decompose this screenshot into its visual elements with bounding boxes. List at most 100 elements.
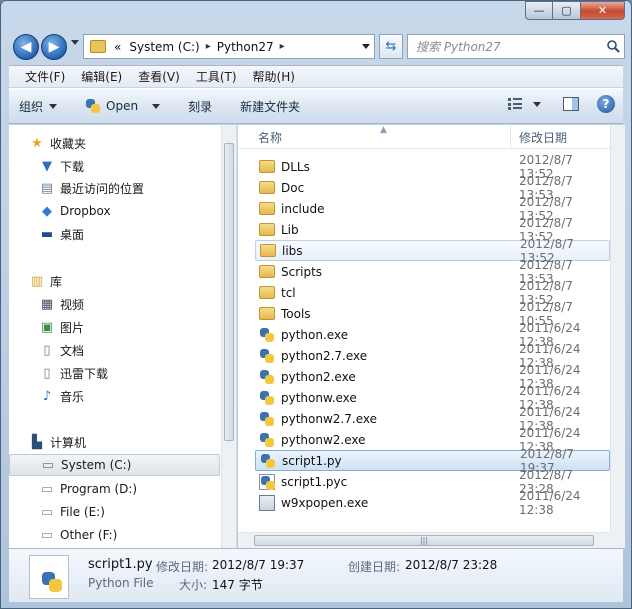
preview-pane-icon[interactable]	[563, 97, 579, 111]
search-box[interactable]: 搜索 Python27	[407, 34, 625, 59]
nav-item-label: 音乐	[60, 389, 85, 404]
nav-item-downloads[interactable]: ▼ 下载	[9, 155, 220, 177]
menu-view[interactable]: 查看(V)	[130, 68, 188, 85]
file-name: python2.exe	[281, 369, 356, 384]
folder-icon	[259, 181, 275, 194]
file-name: python.exe	[281, 327, 349, 342]
back-button[interactable]: ◀	[13, 34, 39, 60]
file-name: libs	[282, 243, 303, 258]
refresh-icon: ⇆	[385, 39, 397, 54]
close-button[interactable]: ✕	[581, 1, 625, 20]
maximize-button[interactable]: ▢	[553, 1, 581, 20]
explorer-window: — ▢ ✕ ◀ ▶ « System (C:) ▸ Python27 ▸ ⇆ 搜…	[0, 0, 632, 609]
help-button[interactable]: ?	[597, 95, 615, 113]
open-label: Open	[106, 99, 139, 113]
search-icon[interactable]	[606, 39, 620, 53]
python-icon	[259, 327, 275, 343]
caption-buttons: — ▢ ✕	[525, 1, 625, 20]
nav-item-documents[interactable]: ▯ 文档	[9, 339, 220, 361]
address-bar[interactable]: « System (C:) ▸ Python27 ▸	[83, 34, 375, 59]
video-icon: ▦	[40, 296, 54, 312]
horizontal-scroll-thumb[interactable]: |||	[254, 535, 594, 546]
details-size-value: 147 字节	[212, 578, 263, 592]
back-arrow-icon: ◀	[20, 39, 32, 55]
file-name: script1.pyc	[281, 474, 348, 489]
minimize-button[interactable]: —	[525, 1, 553, 20]
breadcrumb-system-c[interactable]: System (C:)	[125, 40, 203, 54]
nav-item-label: 迅雷下载	[60, 366, 109, 381]
burn-button[interactable]: 刻录	[188, 98, 212, 115]
menu-file[interactable]: 文件(F)	[17, 68, 73, 85]
drive-icon: ▭	[40, 504, 54, 520]
address-dropdown-icon[interactable]	[362, 44, 370, 49]
change-view-icon[interactable]	[507, 97, 523, 111]
nav-favorites[interactable]: ★ 收藏夹	[9, 132, 220, 154]
details-size-label: 大小:	[179, 578, 208, 592]
command-bar-right: ?	[507, 95, 615, 113]
address-overflow[interactable]: «	[110, 40, 125, 54]
breadcrumb-separator[interactable]: ▸	[278, 41, 287, 52]
nav-favorites-label: 收藏夹	[50, 136, 87, 151]
nav-scrollbar[interactable]	[221, 125, 236, 548]
nav-item-desktop[interactable]: ▬ 桌面	[9, 223, 220, 245]
file-row[interactable]: w9xpopen.exe 2011/6/24 12:38	[255, 489, 610, 517]
folder-icon	[260, 244, 276, 257]
drive-icon: ▭	[40, 527, 54, 543]
column-date-modified[interactable]: 修改日期	[519, 129, 567, 146]
nav-item-system-c[interactable]: ▭ System (C:)	[9, 454, 220, 476]
download-folder-icon: ▼	[42, 158, 52, 174]
nav-item-pictures[interactable]: ▣ 图片	[9, 316, 220, 338]
file-name: Scripts	[281, 264, 323, 279]
open-button[interactable]: Open	[85, 98, 161, 114]
nav-item-label: System (C:)	[61, 458, 132, 472]
details-created-label: 创建日期:	[348, 560, 401, 574]
new-folder-label: 新建文件夹	[240, 99, 301, 114]
python-compiled-icon	[259, 473, 275, 490]
nav-item-videos[interactable]: ▦ 视频	[9, 293, 220, 315]
drive-icon: ▭	[40, 481, 54, 497]
column-name[interactable]: 名称	[258, 129, 282, 146]
nav-item-dropbox[interactable]: ◆ Dropbox	[9, 200, 220, 222]
file-name: pythonw2.exe	[281, 432, 366, 447]
sort-ascending-icon: ▲	[380, 125, 387, 135]
menu-tools[interactable]: 工具(T)	[188, 68, 245, 85]
nav-libraries[interactable]: ▥ 库	[9, 270, 220, 292]
document-icon: ▯	[43, 365, 51, 381]
nav-item-music[interactable]: ♪ 音乐	[9, 385, 220, 407]
recent-pages-dropdown[interactable]	[71, 40, 79, 45]
music-icon: ♪	[42, 388, 52, 404]
forward-button[interactable]: ▶	[41, 34, 67, 60]
command-bar: 组织 Open 刻录 新建文件夹 ?	[9, 88, 623, 124]
python-icon	[86, 99, 101, 113]
breadcrumb-python27[interactable]: Python27	[213, 40, 278, 54]
nav-item-file-e[interactable]: ▭ File (E:)	[9, 501, 220, 523]
dropbox-icon: ◆	[42, 203, 52, 219]
breadcrumb-separator[interactable]: ▸	[204, 41, 213, 52]
menu-edit[interactable]: 编辑(E)	[73, 68, 130, 85]
file-name: include	[281, 201, 325, 216]
nav-item-label: 文档	[60, 343, 85, 358]
details-created-value: 2012/8/7 23:28	[405, 558, 498, 572]
file-date-modified: 2011/6/24 12:38	[519, 488, 581, 517]
nav-item-xunlei-downloads[interactable]: ▯ 迅雷下载	[9, 362, 220, 384]
nav-computer[interactable]: ▙ 计算机	[9, 431, 220, 453]
nav-item-program-d[interactable]: ▭ Program (D:)	[9, 478, 220, 500]
burn-label: 刻录	[188, 99, 213, 114]
organize-button[interactable]: 组织	[19, 98, 58, 115]
menu-help[interactable]: 帮助(H)	[245, 68, 303, 85]
nav-item-recent-places[interactable]: ▤ 最近访问的位置	[9, 177, 220, 199]
view-options-dropdown[interactable]	[533, 101, 541, 107]
nav-scroll-thumb[interactable]	[224, 143, 234, 441]
file-name: python2.7.exe	[281, 348, 368, 363]
details-pane: script1.py Python File 修改日期: 2012/8/7 19…	[9, 548, 623, 602]
refresh-button[interactable]: ⇆	[379, 34, 403, 59]
nav-item-other-f[interactable]: ▭ Other (F:)	[9, 524, 220, 546]
desktop-icon: ▬	[40, 226, 54, 242]
file-vertical-scrollbar[interactable]	[610, 125, 625, 532]
python-icon	[259, 411, 275, 427]
file-horizontal-scrollbar[interactable]: |||	[238, 532, 610, 548]
column-divider[interactable]	[510, 125, 511, 149]
folder-icon	[259, 223, 275, 236]
details-file-type: Python File	[88, 576, 154, 590]
new-folder-button[interactable]: 新建文件夹	[240, 98, 300, 115]
